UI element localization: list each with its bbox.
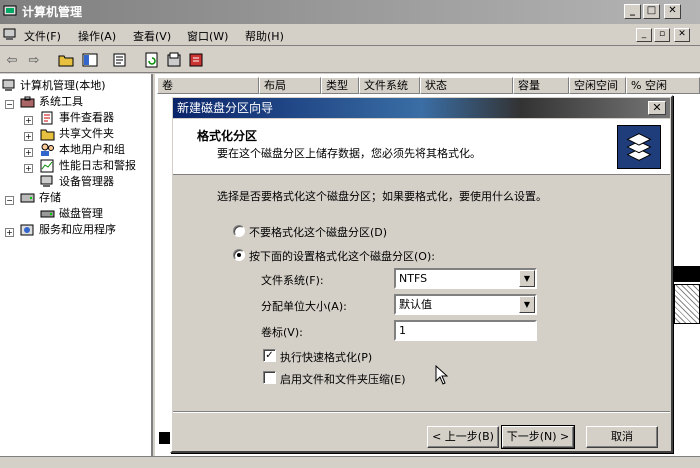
format-label[interactable]: 按下面的设置格式化这个磁盘分区(O):: [249, 248, 435, 264]
expand-perf-logs-icon[interactable]: +: [24, 164, 33, 173]
alloc-size-value: 默认值: [399, 298, 432, 311]
quick-format-label[interactable]: 执行快速格式化(P): [280, 349, 372, 365]
expand-shared-folders-icon[interactable]: +: [24, 132, 33, 141]
column-percent-free[interactable]: % 空闲: [626, 77, 700, 94]
menu-action[interactable]: 操作(A): [78, 28, 116, 44]
no-format-radio[interactable]: [233, 225, 245, 237]
filesystem-value: NTFS: [399, 272, 428, 285]
volume-label-input[interactable]: 1: [394, 320, 537, 341]
expand-local-users-icon[interactable]: +: [24, 148, 33, 157]
chevron-down-icon[interactable]: ▼: [519, 270, 535, 287]
collapse-system-tools-icon[interactable]: −: [5, 100, 14, 109]
no-format-label[interactable]: 不要格式化这个磁盘分区(D): [249, 224, 387, 240]
help-icon[interactable]: [186, 50, 206, 70]
alloc-size-label: 分配单位大小(A):: [261, 300, 347, 313]
column-free-space[interactable]: 空闲空间: [569, 77, 626, 94]
window-titlebar: 计算机管理 _ □ ✕: [0, 0, 700, 24]
show-tree-icon[interactable]: [80, 50, 100, 70]
menu-window[interactable]: 窗口(W): [187, 28, 228, 44]
cancel-button[interactable]: 取消: [586, 426, 658, 448]
column-filesystem[interactable]: 文件系统: [359, 77, 420, 94]
wizard-header: 格式化分区 要在这个磁盘分区上储存数据，您必须先将其格式化。: [173, 119, 670, 175]
computer-management-icon: [3, 5, 17, 18]
compression-checkbox[interactable]: [263, 371, 276, 384]
performance-icon: [40, 159, 54, 173]
dialog-title: 新建磁盘分区向导: [177, 101, 274, 115]
computer-icon: [2, 79, 15, 91]
format-question: 选择是否要格式化这个磁盘分区；如果要格式化，要使用什么设置。: [217, 190, 547, 203]
up-folder-icon[interactable]: [56, 50, 76, 70]
event-viewer-icon: [41, 111, 53, 125]
device-manager-icon: [40, 175, 53, 187]
alloc-size-select[interactable]: 默认值 ▼: [394, 294, 537, 315]
compression-label[interactable]: 启用文件和文件夹压缩(E): [280, 371, 406, 387]
storage-icon: [20, 193, 35, 203]
mouse-cursor-icon: [435, 365, 449, 385]
filesystem-select[interactable]: NTFS ▼: [394, 268, 537, 289]
status-bar: [0, 456, 700, 468]
button-separator: [173, 411, 670, 413]
minimize-button[interactable]: _: [624, 4, 641, 19]
column-type[interactable]: 类型: [321, 77, 359, 94]
filesystem-label: 文件系统(F):: [261, 274, 324, 287]
menu-file[interactable]: 文件(F): [24, 28, 61, 44]
format-radio[interactable]: [233, 249, 245, 261]
new-partition-wizard: 新建磁盘分区向导 ✕ 格式化分区 要在这个磁盘分区上储存数据，您必须先将其格式化…: [170, 95, 673, 453]
toolbar: ⇦ ⇨: [0, 47, 700, 73]
export-list-icon[interactable]: [164, 50, 184, 70]
column-status[interactable]: 状态: [420, 77, 513, 94]
back-button[interactable]: < 上一步(B): [427, 426, 499, 448]
window-title: 计算机管理: [22, 5, 83, 19]
properties-icon[interactable]: [110, 50, 130, 70]
disk-partition-hatched: [674, 284, 700, 324]
dialog-close-button[interactable]: ✕: [648, 101, 666, 115]
disk-stack-icon: [617, 125, 661, 169]
menu-view[interactable]: 查看(V): [133, 28, 171, 44]
wizard-subheading: 要在这个磁盘分区上储存数据，您必须先将其格式化。: [217, 147, 481, 160]
menu-help[interactable]: 帮助(H): [245, 28, 284, 44]
maximize-button[interactable]: □: [643, 4, 660, 19]
disk-bar-unallocated: [674, 266, 700, 282]
shared-folder-icon: [40, 129, 55, 141]
toolbox-icon: [20, 96, 35, 108]
column-capacity[interactable]: 容量: [513, 77, 569, 94]
disk-icon: [40, 210, 55, 218]
expand-services-icon[interactable]: +: [5, 228, 14, 237]
expand-event-viewer-icon[interactable]: +: [24, 116, 33, 125]
back-arrow-icon[interactable]: ⇦: [2, 50, 22, 70]
next-button[interactable]: 下一步(N) >: [501, 425, 575, 449]
volume-label-label: 卷标(V):: [261, 326, 303, 339]
chevron-down-icon[interactable]: ▼: [519, 296, 535, 313]
mdi-minimize-button[interactable]: _: [636, 28, 652, 42]
dialog-titlebar: 新建磁盘分区向导 ✕: [173, 98, 670, 118]
column-layout[interactable]: 布局: [259, 77, 321, 94]
close-window-button[interactable]: ✕: [664, 4, 681, 19]
console-tree: 计算机管理(本地) − 系统工具 + 事件查看器 + 共享文件夹 + 本地用户和…: [0, 74, 153, 468]
quick-format-checkbox[interactable]: ✓: [263, 349, 276, 362]
forward-arrow-icon[interactable]: ⇨: [24, 50, 44, 70]
collapse-storage-icon[interactable]: −: [5, 196, 14, 205]
users-icon: [41, 143, 54, 156]
mdi-close-button[interactable]: ✕: [674, 28, 690, 42]
column-volume[interactable]: 卷: [157, 77, 259, 94]
wizard-heading: 格式化分区: [197, 129, 258, 143]
refresh-icon[interactable]: [142, 50, 162, 70]
wizard-body: 选择是否要格式化这个磁盘分区；如果要格式化，要使用什么设置。 不要格式化这个磁盘…: [173, 176, 670, 411]
mdi-restore-button[interactable]: ▫: [654, 28, 670, 42]
mmc-icon: [3, 28, 16, 40]
menubar: 文件(F) 操作(A) 查看(V) 窗口(W) 帮助(H) _ ▫ ✕: [0, 24, 700, 46]
services-icon: [20, 224, 34, 236]
